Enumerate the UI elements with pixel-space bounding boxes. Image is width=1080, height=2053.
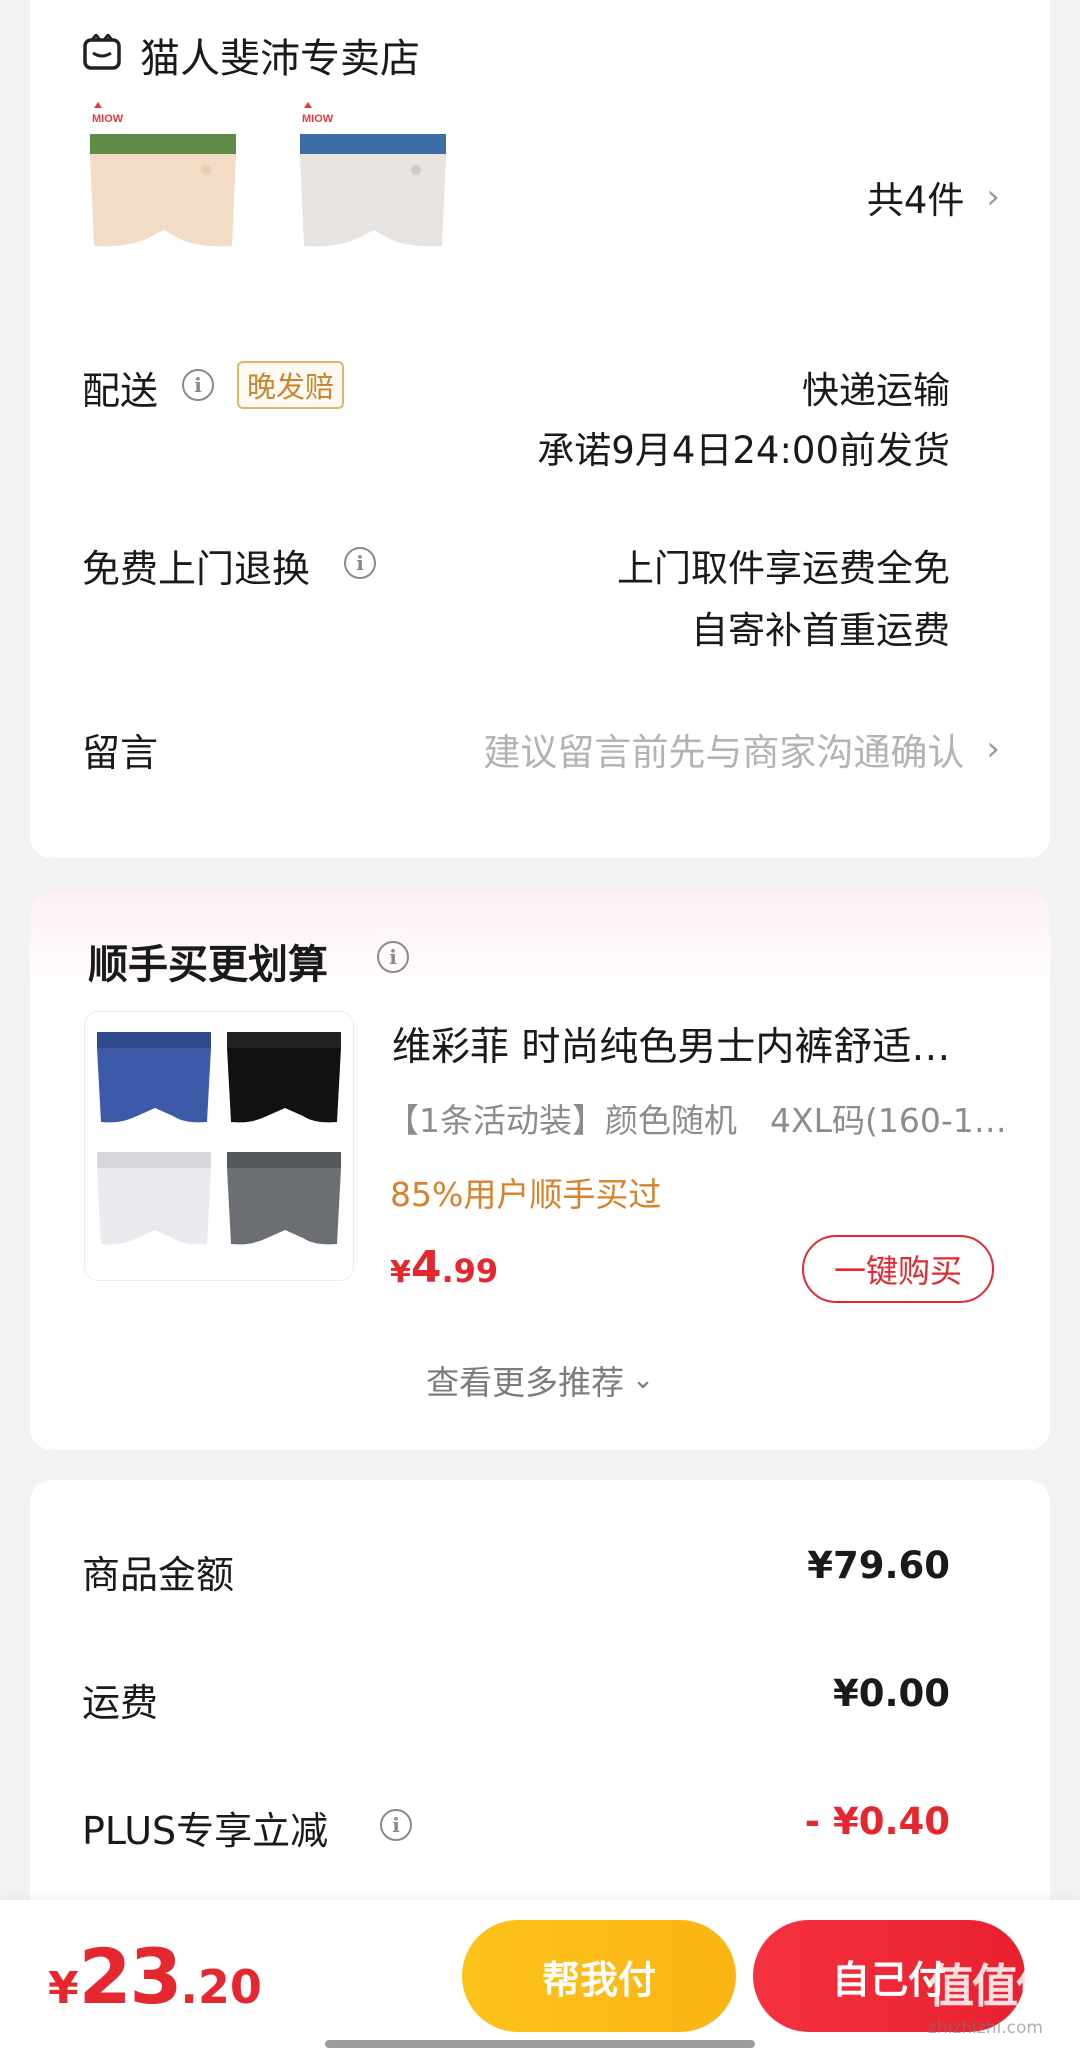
see-more-recommendations[interactable]: 查看更多推荐 ⌄ <box>30 1356 1050 1404</box>
recommended-product-image[interactable] <box>84 1011 354 1281</box>
one-click-buy-button[interactable]: 一键购买 <box>802 1235 994 1303</box>
item-count-link[interactable]: 共4件 › <box>867 170 1000 224</box>
recommendation-title: 顺手买更划算 <box>88 942 328 988</box>
product-thumbnail-1[interactable]: MIOW <box>82 98 242 278</box>
see-more-label: 查看更多推荐 <box>426 1363 625 1402</box>
late-delivery-badge: 晚发赔 <box>237 361 345 409</box>
price-integer: 4 <box>410 1242 442 1293</box>
returns-line-2: 自寄补首重运费 <box>691 609 950 652</box>
total-price: ¥ 23 .20 <box>48 1932 262 2021</box>
message-label: 留言 <box>82 731 159 775</box>
chevron-right-icon: › <box>986 177 1000 217</box>
goods-amount-value: ¥79.60 <box>807 1544 950 1587</box>
shipping-promise: 承诺9月4日24:00前发货 <box>537 429 950 472</box>
svg-text:MIOW: MIOW <box>302 113 334 125</box>
returns-info-icon[interactable]: i <box>344 547 376 579</box>
total-integer: 23 <box>78 1932 183 2021</box>
recommendation-info-icon[interactable]: i <box>377 941 409 973</box>
chevron-right-icon: › <box>986 729 1000 769</box>
recommended-product-price: ¥ 4 .99 <box>390 1242 498 1293</box>
watermark-url: zhizhizhi.com <box>928 2018 1043 2038</box>
price-decimal: .99 <box>441 1252 499 1290</box>
plus-discount-info-icon[interactable]: i <box>380 1809 412 1841</box>
freight-value: ¥0.00 <box>832 1672 950 1715</box>
message-placeholder: 建议留言前先与商家沟通确认 <box>483 731 965 774</box>
total-currency: ¥ <box>48 1963 79 2014</box>
plus-discount-value: - ¥0.40 <box>804 1800 950 1843</box>
store-name[interactable]: 猫人斐沛专卖店 <box>140 26 420 84</box>
home-indicator <box>325 2040 755 2048</box>
watermark-logo: 值值值 <box>928 1959 1062 2013</box>
recommended-product-title[interactable]: 维彩菲 时尚纯色男士内裤舒适… <box>392 1016 950 1072</box>
message-input[interactable]: 建议留言前先与商家沟通确认 › <box>483 722 1000 776</box>
store-icon <box>82 32 122 74</box>
checkout-bar: ¥ 23 .20 帮我付 自己付 值值值 zhizhizhi.com <box>0 1900 1080 2053</box>
shipping-label: 配送 <box>82 369 159 413</box>
shipping-info-icon[interactable]: i <box>182 369 214 401</box>
store-card: 猫人斐沛专卖店 MIOW MIOW 共4件 › 配送 i 晚发赔 快递运输 承诺… <box>30 0 1050 858</box>
plus-discount-label: PLUS专享立减 <box>82 1809 329 1853</box>
returns-label: 免费上门退换 <box>82 547 311 591</box>
price-currency: ¥ <box>390 1255 411 1290</box>
returns-line-1: 上门取件享运费全免 <box>617 547 950 590</box>
chevron-down-icon: ⌄ <box>632 1365 654 1395</box>
goods-amount-label: 商品金额 <box>82 1553 235 1597</box>
product-thumbnail-2[interactable]: MIOW <box>292 98 452 278</box>
recommended-product-spec: 【1条活动装】颜色随机 4XL码(160-1… <box>386 1101 1007 1140</box>
total-decimal: .20 <box>180 1960 262 2014</box>
item-count: 共4件 <box>866 179 965 222</box>
popularity-text: 85%用户顺手买过 <box>390 1175 662 1214</box>
help-me-pay-button[interactable]: 帮我付 <box>462 1920 736 2032</box>
svg-text:MIOW: MIOW <box>92 113 124 125</box>
recommendation-card: 顺手买更划算 i 维彩菲 时尚纯色男士内裤舒适… 【1条活动装】颜色随机 4XL… <box>30 892 1050 1450</box>
freight-label: 运费 <box>82 1681 159 1725</box>
shipping-method: 快递运输 <box>802 369 950 412</box>
